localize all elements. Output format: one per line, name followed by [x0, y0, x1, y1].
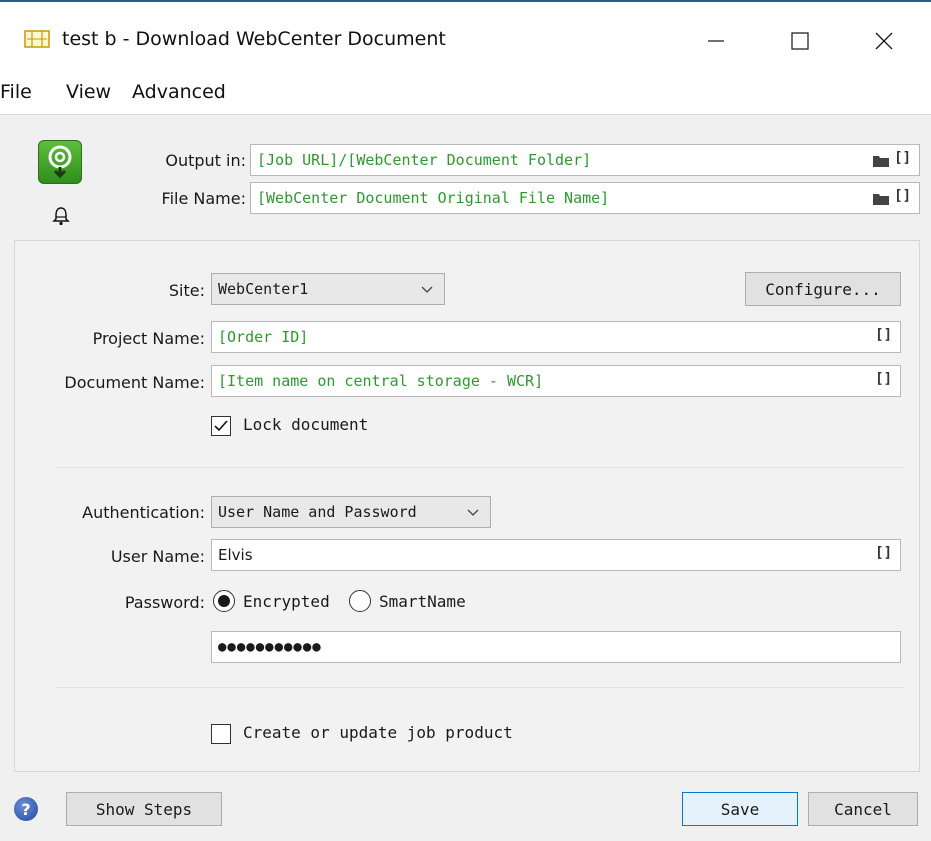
lock-document-checkbox[interactable] [211, 416, 231, 436]
authentication-value: User Name and Password [218, 503, 417, 521]
smartname-label[interactable]: SmartName [379, 592, 466, 611]
password-value: ●●●●●●●●●●● [218, 639, 322, 655]
user-name-field[interactable]: Elvis [] [211, 539, 901, 571]
minimize-button[interactable] [686, 18, 746, 64]
divider [55, 687, 905, 688]
smartname-bracket-icon[interactable]: [] [875, 327, 892, 343]
close-icon [875, 32, 893, 50]
document-name-value: [Item name on central storage - WCR] [218, 372, 544, 390]
document-name-field[interactable]: [Item name on central storage - WCR] [] [211, 365, 901, 397]
divider [55, 467, 905, 468]
maximize-icon [791, 32, 809, 50]
output-in-value: [Job URL]/[WebCenter Document Folder] [257, 151, 592, 169]
close-button[interactable] [854, 18, 914, 64]
output-in-field[interactable]: [Job URL]/[WebCenter Document Folder] [] [250, 144, 920, 176]
save-button[interactable]: Save [682, 792, 798, 826]
user-name-label: User Name: [110, 547, 205, 566]
file-name-value: [WebCenter Document Original File Name] [257, 189, 610, 207]
chevron-down-icon [467, 509, 479, 516]
menu-bar: File View Advanced [0, 76, 931, 115]
lock-document-label[interactable]: Lock document [243, 415, 368, 434]
project-name-label: Project Name: [92, 329, 205, 348]
smartname-radio[interactable] [349, 590, 371, 612]
output-in-label: Output in: [165, 151, 246, 170]
file-name-field[interactable]: [WebCenter Document Original File Name] … [250, 182, 920, 214]
document-name-label: Document Name: [64, 373, 205, 392]
smartname-bracket-icon[interactable]: [] [875, 371, 892, 387]
authentication-select[interactable]: User Name and Password [211, 496, 491, 528]
site-value: WebCenter1 [218, 280, 309, 298]
site-select[interactable]: WebCenter1 [211, 273, 445, 305]
chevron-down-icon [421, 286, 433, 293]
site-label: Site: [168, 281, 205, 300]
folder-icon[interactable] [873, 193, 889, 205]
encrypted-label[interactable]: Encrypted [243, 592, 330, 611]
file-name-label: File Name: [161, 189, 246, 208]
maximize-button[interactable] [770, 18, 830, 64]
user-name-value: Elvis [218, 546, 253, 564]
menu-advanced[interactable]: Advanced [132, 81, 226, 103]
help-icon[interactable]: ? [14, 797, 38, 821]
project-name-field[interactable]: [Order ID] [] [211, 321, 901, 353]
smartname-bracket-icon[interactable]: [] [894, 188, 911, 204]
bell-icon[interactable] [52, 206, 70, 226]
password-label: Password: [124, 593, 205, 612]
smartname-bracket-icon[interactable]: [] [875, 545, 892, 561]
download-webcenter-icon [38, 140, 82, 184]
configure-button[interactable]: Configure... [745, 272, 901, 306]
title-bar[interactable]: test b - Download WebCenter Document [0, 2, 931, 80]
properties-panel: Site: WebCenter1 Configure... Project Na… [14, 240, 920, 772]
menu-view[interactable]: View [66, 81, 111, 103]
encrypted-radio[interactable] [213, 590, 235, 612]
create-job-product-checkbox[interactable] [211, 724, 231, 744]
minimize-icon [708, 40, 724, 42]
output-header: Output in: [Job URL]/[WebCenter Document… [10, 124, 926, 232]
authentication-label: Authentication: [82, 503, 205, 522]
dialog-window: test b - Download WebCenter Document Fil… [0, 0, 931, 841]
checkmark-icon [214, 420, 228, 432]
smartname-bracket-icon[interactable]: [] [894, 150, 911, 166]
create-job-product-label[interactable]: Create or update job product [243, 723, 513, 742]
show-steps-button[interactable]: Show Steps [66, 792, 222, 826]
flow-app-icon [24, 30, 50, 48]
menu-file[interactable]: File [0, 81, 32, 103]
folder-icon[interactable] [873, 155, 889, 167]
cancel-button[interactable]: Cancel [808, 792, 918, 826]
window-title: test b - Download WebCenter Document [62, 28, 446, 50]
project-name-value: [Order ID] [218, 328, 309, 346]
password-field[interactable]: ●●●●●●●●●●● [211, 631, 901, 663]
